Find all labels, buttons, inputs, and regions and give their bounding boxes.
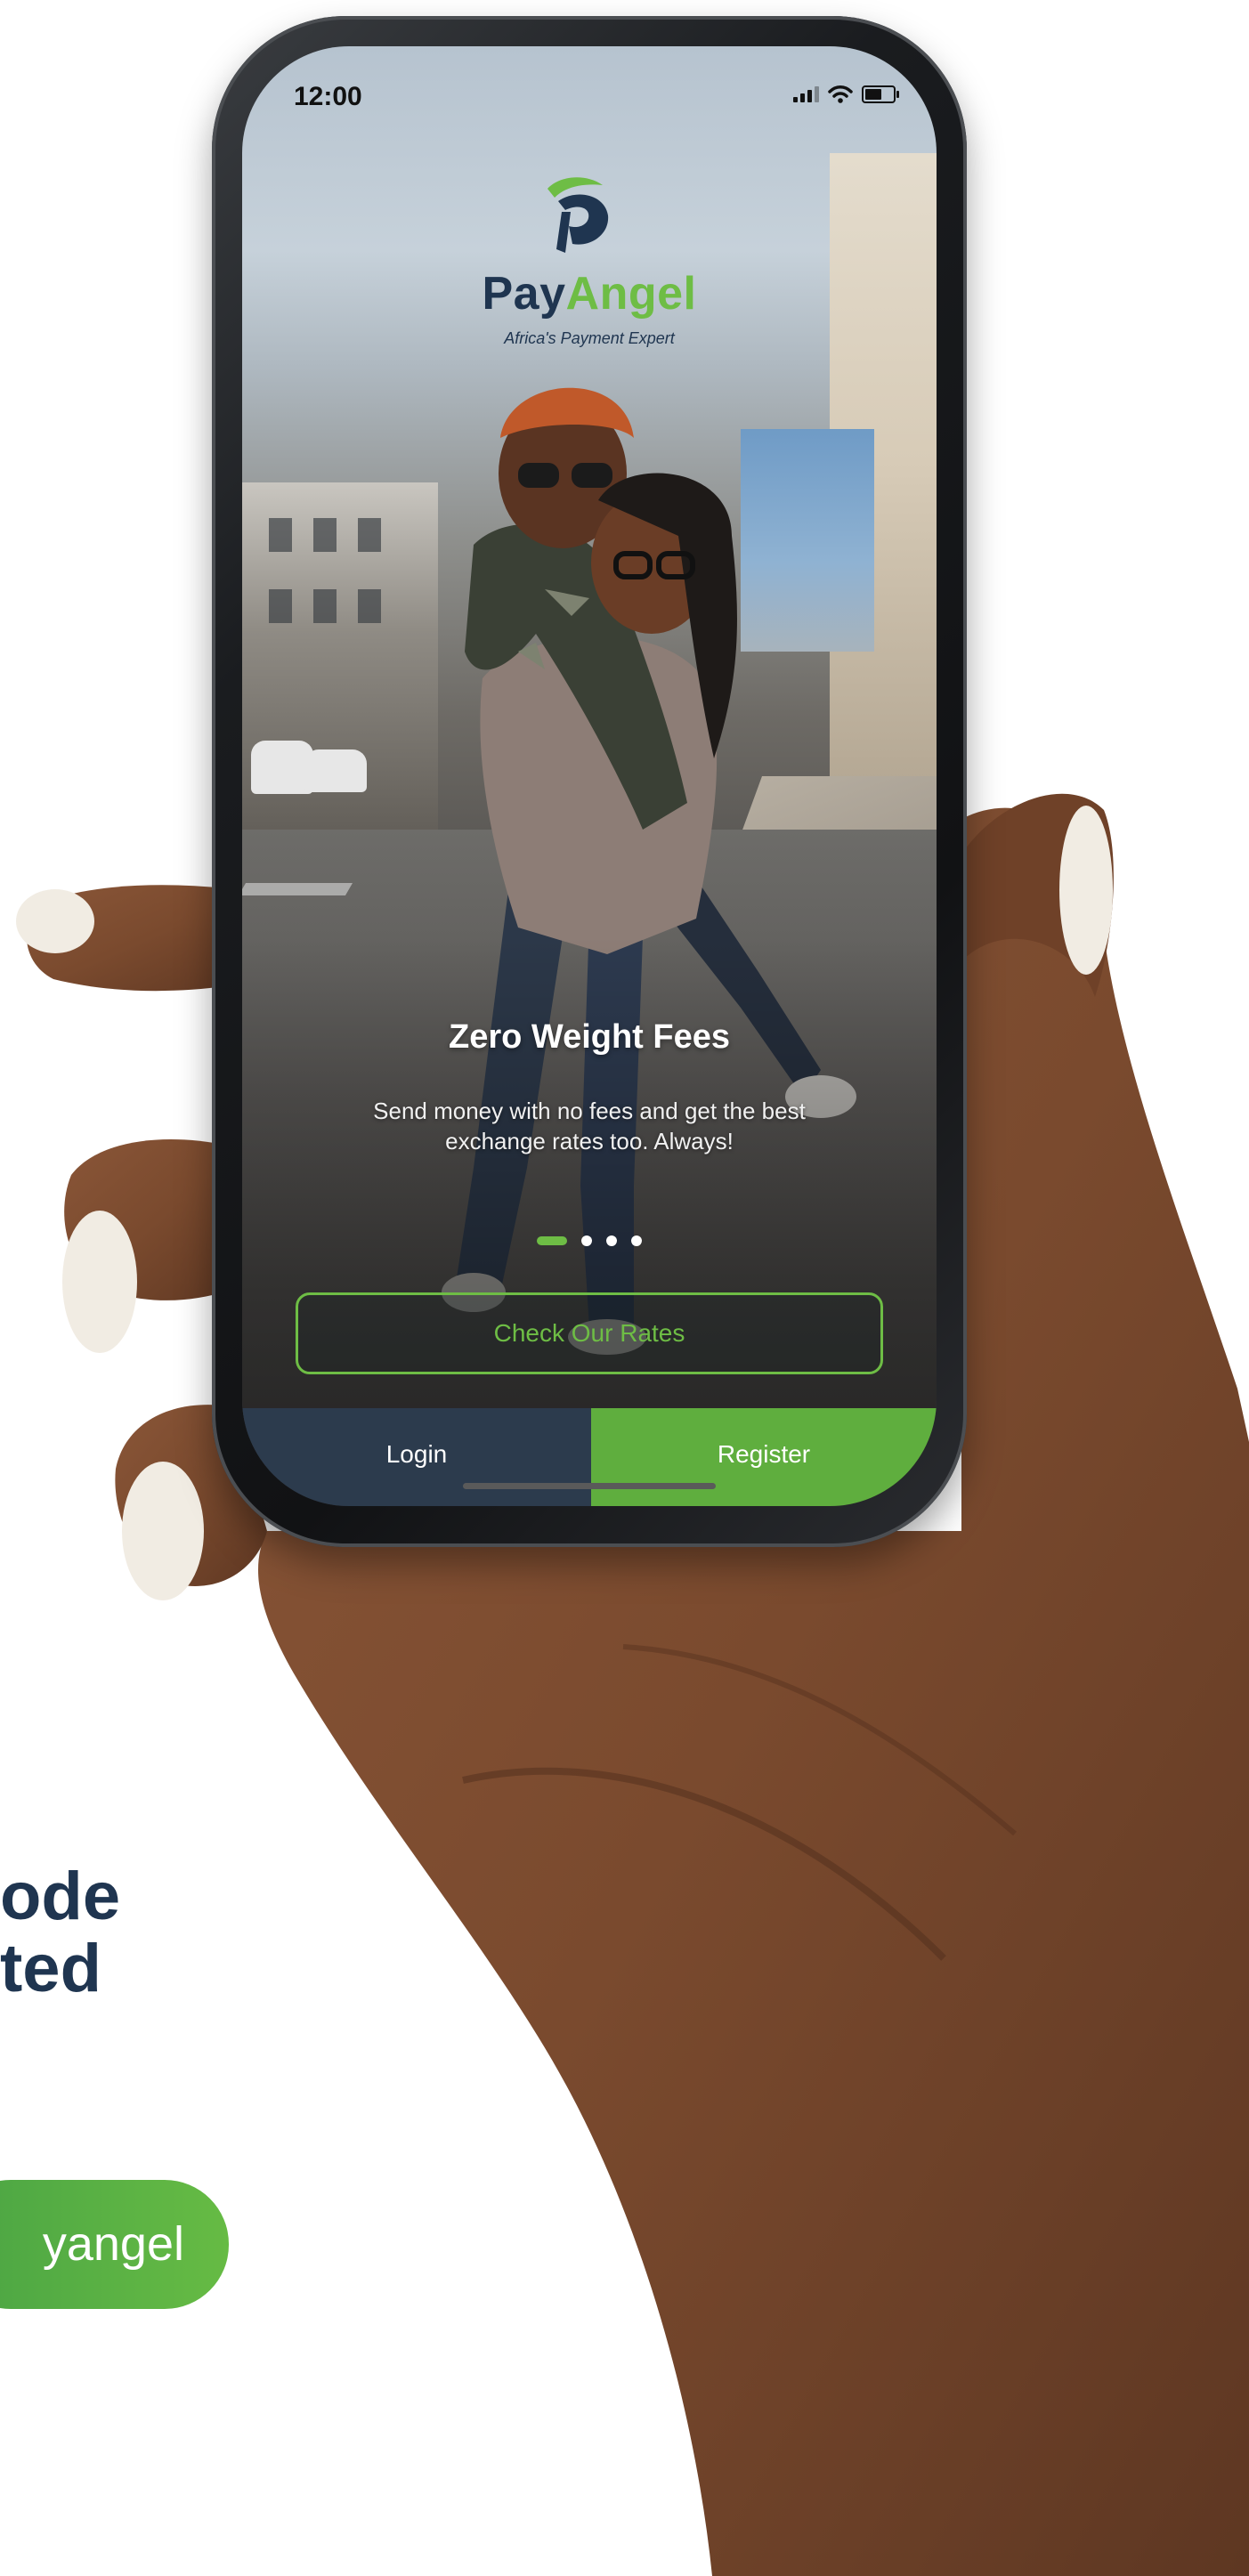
pagination-dot[interactable] — [606, 1235, 617, 1246]
app-screen: 12:00 PayAngel Africa's Payment Expert Z… — [242, 46, 937, 1506]
home-indicator[interactable] — [463, 1483, 716, 1489]
login-button[interactable]: Login — [242, 1408, 591, 1506]
signal-icon — [793, 86, 819, 102]
pagination-dot-active[interactable] — [537, 1236, 567, 1245]
pagination-dot[interactable] — [581, 1235, 592, 1246]
headline-line-2: ted — [0, 1931, 101, 2005]
slide-description: Send money with no fees and get the best… — [373, 1098, 806, 1154]
payangel-logo-icon — [547, 177, 609, 253]
brand-wordmark: PayAngel — [242, 267, 937, 320]
headline-line-1: ode — [0, 1860, 121, 1934]
register-button[interactable]: Register — [591, 1408, 937, 1506]
slide-title: Zero Weight Fees — [448, 1018, 731, 1056]
marketing-headline: ode ted — [0, 1860, 160, 2005]
status-icons — [793, 85, 899, 103]
carousel-pagination[interactable] — [242, 1235, 937, 1246]
battery-icon — [862, 85, 899, 103]
auth-bar: Login Register — [242, 1408, 937, 1506]
wifi-icon — [828, 85, 853, 103]
status-time: 12:00 — [294, 82, 362, 111]
pagination-dot[interactable] — [631, 1235, 642, 1246]
payangel-handle-pill[interactable]: yangel — [0, 2180, 229, 2309]
brand-tagline: Africa's Payment Expert — [504, 329, 675, 347]
check-rates-button[interactable]: Check Our Rates — [296, 1292, 883, 1374]
brand-wordmark-part1: Pay — [482, 268, 566, 320]
brand-wordmark-part2: Angel — [565, 268, 697, 320]
